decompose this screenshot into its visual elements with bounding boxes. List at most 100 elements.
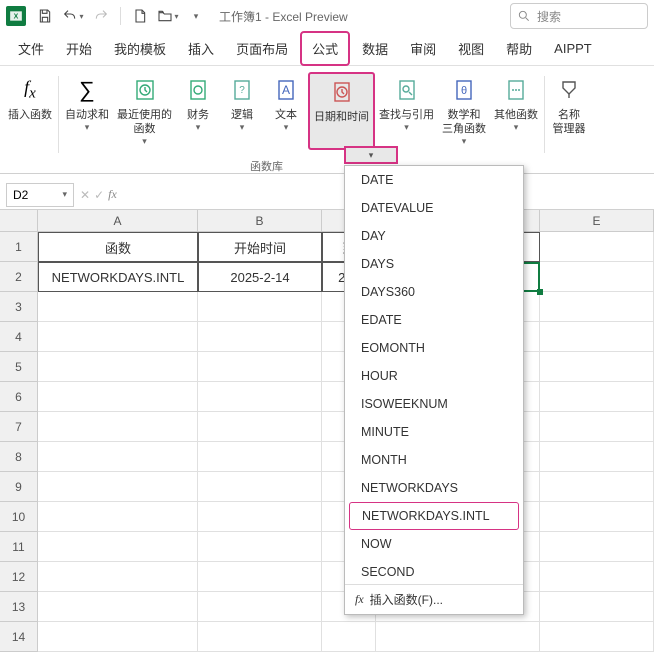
cell-A8[interactable] <box>38 442 198 472</box>
cell-B1[interactable]: 开始时间 <box>198 232 322 262</box>
cell-B9[interactable] <box>198 472 322 502</box>
row-header-3[interactable]: 3 <box>0 292 38 322</box>
enter-icon[interactable]: ✓ <box>94 188 104 202</box>
cell-A14[interactable] <box>38 622 198 652</box>
cell-E2[interactable] <box>540 262 654 292</box>
cell-B14[interactable] <box>198 622 322 652</box>
dropdown-item-days360[interactable]: DAYS360 <box>345 278 523 306</box>
cell-A10[interactable] <box>38 502 198 532</box>
cell-A3[interactable] <box>38 292 198 322</box>
cell-B13[interactable] <box>198 592 322 622</box>
qat-customize-button[interactable]: ▾ <box>183 3 209 29</box>
column-header-E[interactable]: E <box>540 210 654 232</box>
cell-E5[interactable] <box>540 352 654 382</box>
cell-E14[interactable] <box>540 622 654 652</box>
dropdown-item-eomonth[interactable]: EOMONTH <box>345 334 523 362</box>
row-header-10[interactable]: 10 <box>0 502 38 532</box>
cell-A7[interactable] <box>38 412 198 442</box>
row-header-7[interactable]: 7 <box>0 412 38 442</box>
open-file-button[interactable]: ▾ <box>155 3 181 29</box>
column-header-A[interactable]: A <box>38 210 198 232</box>
text-button[interactable]: A 文本 ▾ <box>264 72 308 150</box>
cell-A6[interactable] <box>38 382 198 412</box>
cell-A5[interactable] <box>38 352 198 382</box>
new-file-button[interactable] <box>127 3 153 29</box>
row-header-14[interactable]: 14 <box>0 622 38 652</box>
search-box[interactable]: 搜索 <box>510 3 648 29</box>
row-header-2[interactable]: 2 <box>0 262 38 292</box>
row-header-6[interactable]: 6 <box>0 382 38 412</box>
dropdown-item-minute[interactable]: MINUTE <box>345 418 523 446</box>
tab-插入[interactable]: 插入 <box>178 33 224 64</box>
row-header-5[interactable]: 5 <box>0 352 38 382</box>
cell-A13[interactable] <box>38 592 198 622</box>
name-manager-button[interactable]: 名称 管理器 <box>547 72 591 150</box>
save-button[interactable] <box>32 3 58 29</box>
cell-B6[interactable] <box>198 382 322 412</box>
cell-B3[interactable] <box>198 292 322 322</box>
undo-button[interactable]: ▾ <box>60 3 86 29</box>
tab-审阅[interactable]: 审阅 <box>400 33 446 64</box>
dropdown-item-datevalue[interactable]: DATEVALUE <box>345 194 523 222</box>
cell-E6[interactable] <box>540 382 654 412</box>
row-header-4[interactable]: 4 <box>0 322 38 352</box>
dropdown-item-days[interactable]: DAYS <box>345 250 523 278</box>
dropdown-item-date[interactable]: DATE <box>345 166 523 194</box>
cell-B11[interactable] <box>198 532 322 562</box>
cell-E7[interactable] <box>540 412 654 442</box>
cell-A1[interactable]: 函数 <box>38 232 198 262</box>
dropdown-item-networkdays-intl[interactable]: NETWORKDAYS.INTL <box>349 502 519 530</box>
tab-数据[interactable]: 数据 <box>352 33 398 64</box>
dropdown-item-isoweeknum[interactable]: ISOWEEKNUM <box>345 390 523 418</box>
select-all-corner[interactable] <box>0 210 38 232</box>
cell-A9[interactable] <box>38 472 198 502</box>
cell-B10[interactable] <box>198 502 322 532</box>
fx-icon[interactable]: fx <box>108 187 117 202</box>
cell-C14[interactable] <box>322 622 376 652</box>
dropdown-item-networkdays[interactable]: NETWORKDAYS <box>345 474 523 502</box>
date-time-dropdown-chevron[interactable]: ▾ <box>344 146 398 164</box>
cell-E12[interactable] <box>540 562 654 592</box>
spreadsheet-grid[interactable]: ABCDE 1函数开始时间到2NETWORKDAYS.INTL2025-2-14… <box>0 210 654 652</box>
cell-B2[interactable]: 2025-2-14 <box>198 262 322 292</box>
cell-E13[interactable] <box>540 592 654 622</box>
cell-E4[interactable] <box>540 322 654 352</box>
tab-页面布局[interactable]: 页面布局 <box>226 33 298 64</box>
cell-E9[interactable] <box>540 472 654 502</box>
row-header-8[interactable]: 8 <box>0 442 38 472</box>
cell-A2[interactable]: NETWORKDAYS.INTL <box>38 262 198 292</box>
dropdown-item-hour[interactable]: HOUR <box>345 362 523 390</box>
dropdown-item-edate[interactable]: EDATE <box>345 306 523 334</box>
cell-B7[interactable] <box>198 412 322 442</box>
row-header-11[interactable]: 11 <box>0 532 38 562</box>
cell-B12[interactable] <box>198 562 322 592</box>
date-time-button[interactable]: 日期和时间 <box>308 72 375 150</box>
tab-AIPPT[interactable]: AIPPT <box>544 35 602 62</box>
cell-B4[interactable] <box>198 322 322 352</box>
name-box[interactable]: D2 ▾ <box>6 183 74 207</box>
autosum-button[interactable]: ∑ 自动求和 ▾ <box>61 72 113 150</box>
more-functions-button[interactable]: 其他函数 ▾ <box>490 72 542 150</box>
column-header-B[interactable]: B <box>198 210 322 232</box>
tab-视图[interactable]: 视图 <box>448 33 494 64</box>
financial-button[interactable]: 财务 ▾ <box>176 72 220 150</box>
cancel-icon[interactable]: ✕ <box>80 188 90 202</box>
dropdown-item-month[interactable]: MONTH <box>345 446 523 474</box>
logical-button[interactable]: ? 逻辑 ▾ <box>220 72 264 150</box>
row-header-12[interactable]: 12 <box>0 562 38 592</box>
recent-functions-button[interactable]: 最近使用的 函数 ▾ <box>113 72 176 150</box>
dropdown-footer-insert-function[interactable]: fx 插入函数(F)... <box>345 584 523 614</box>
cell-B8[interactable] <box>198 442 322 472</box>
row-header-13[interactable]: 13 <box>0 592 38 622</box>
row-header-9[interactable]: 9 <box>0 472 38 502</box>
cell-E3[interactable] <box>540 292 654 322</box>
cell-E8[interactable] <box>540 442 654 472</box>
cell-B5[interactable] <box>198 352 322 382</box>
dropdown-item-now[interactable]: NOW <box>345 530 523 558</box>
row-header-1[interactable]: 1 <box>0 232 38 262</box>
cell-A4[interactable] <box>38 322 198 352</box>
cell-A11[interactable] <box>38 532 198 562</box>
dropdown-list[interactable]: DATEDATEVALUEDAYDAYSDAYS360EDATEEOMONTHH… <box>345 166 523 584</box>
tab-文件[interactable]: 文件 <box>8 33 54 64</box>
dropdown-item-day[interactable]: DAY <box>345 222 523 250</box>
